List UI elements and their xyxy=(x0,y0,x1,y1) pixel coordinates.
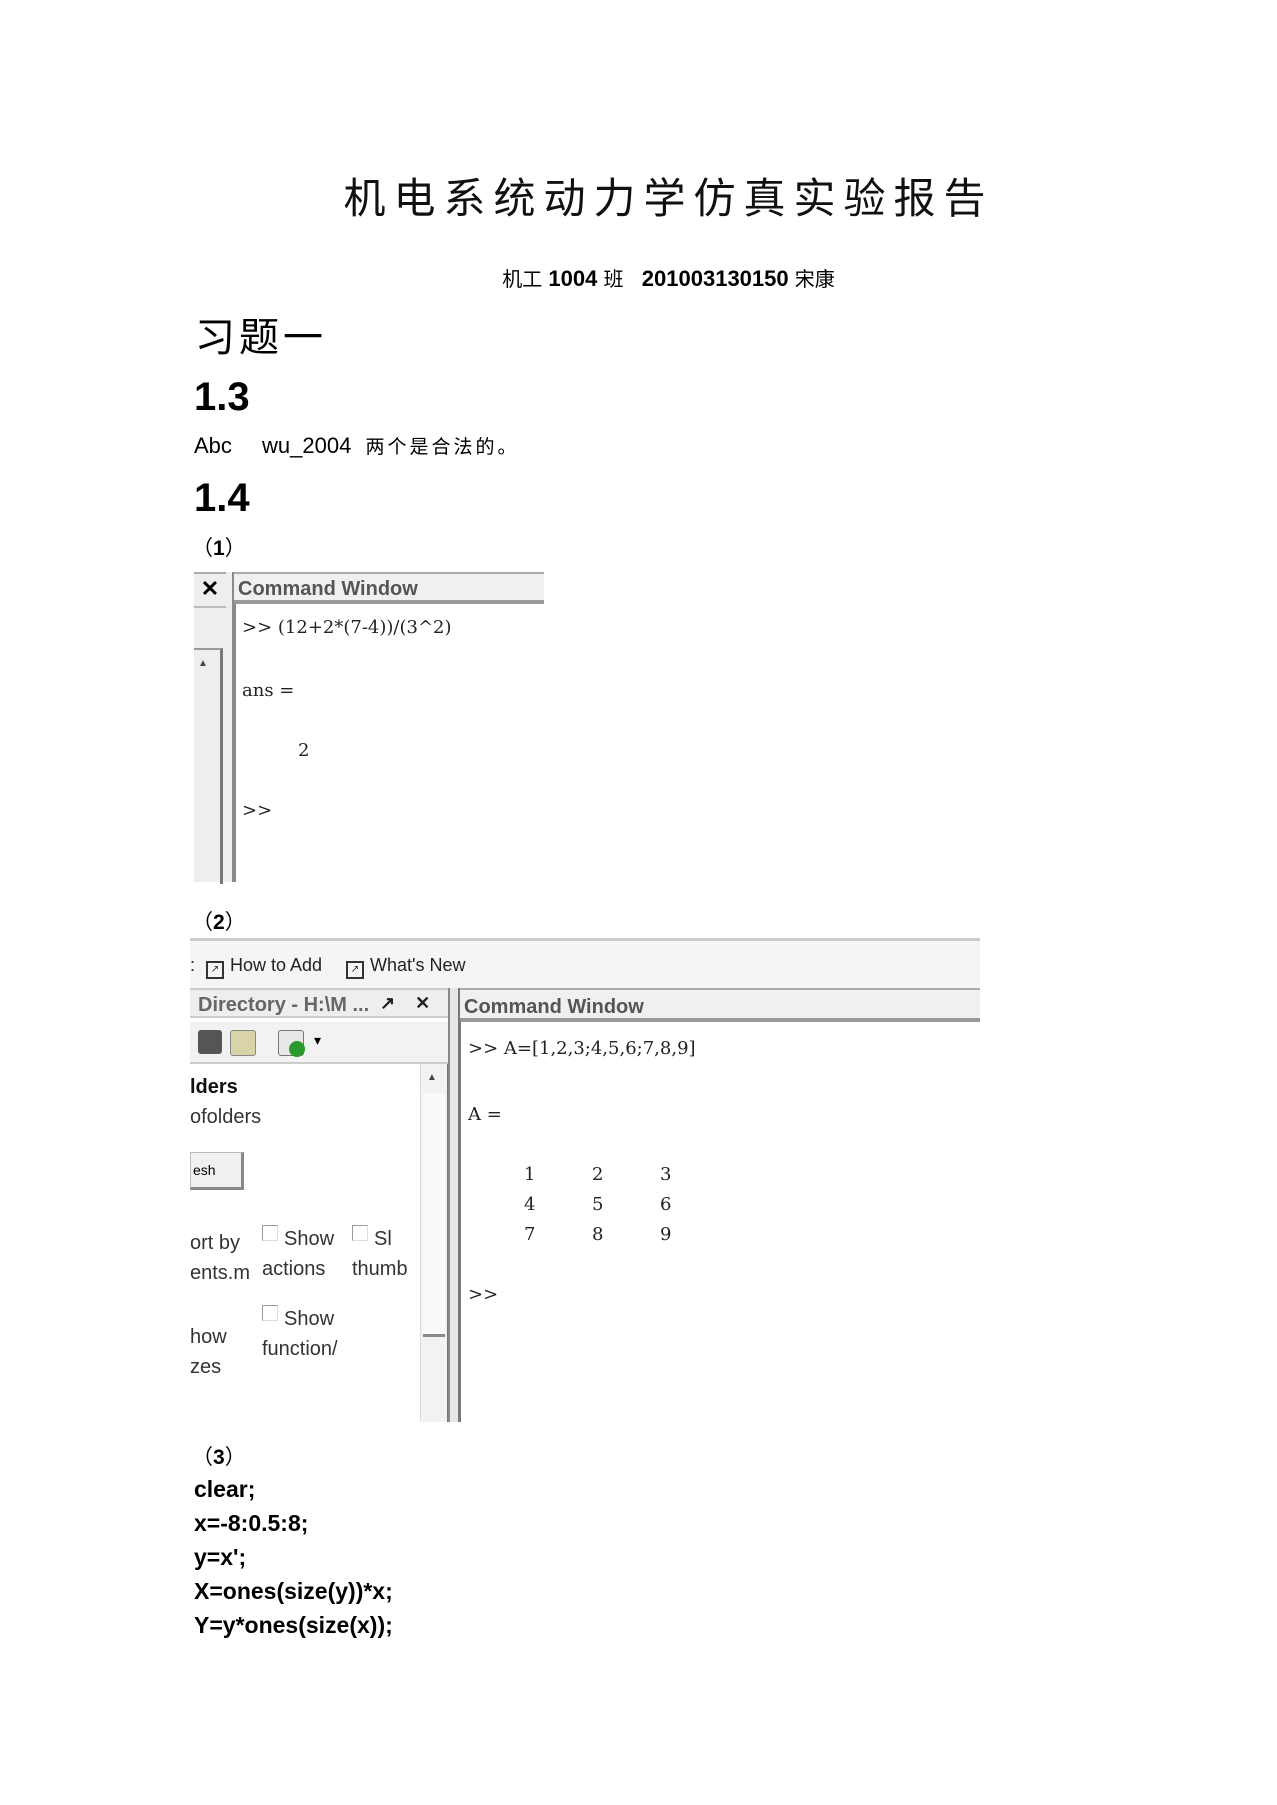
section-heading-1-4: 1.4 xyxy=(194,476,250,520)
shortcuts-toolbar: : ↗ How to Add ↗ What's New xyxy=(190,938,980,990)
identifier-wu2004: wu_2004 xyxy=(262,433,352,458)
folders-heading: lders xyxy=(190,1076,238,1098)
matrix-cell: 7 xyxy=(524,1224,536,1245)
student-name: 宋康 xyxy=(794,267,835,291)
student-id: 201003130150 xyxy=(641,266,789,291)
shortcut-icon: ↗ xyxy=(206,961,224,979)
paren-open: （ xyxy=(192,911,213,934)
panel-splitter[interactable] xyxy=(448,988,461,1422)
option-line: how xyxy=(190,1326,227,1348)
checkbox[interactable] xyxy=(262,1305,278,1321)
how-to-add-link[interactable]: ↗ How to Add xyxy=(206,955,322,979)
shortcut-icon: ↗ xyxy=(346,961,364,979)
matrix-cell: 6 xyxy=(660,1194,672,1215)
matrix-cell: 1 xyxy=(524,1164,536,1185)
option-show-sizes[interactable]: how zes xyxy=(190,1322,227,1382)
prompt[interactable]: >> xyxy=(468,1284,498,1305)
matrix-cell: 3 xyxy=(660,1164,672,1185)
checkbox[interactable] xyxy=(352,1225,368,1241)
option-line: ort by xyxy=(190,1232,241,1254)
truncated-item: : xyxy=(190,955,196,975)
section-heading-1-3: 1.3 xyxy=(194,375,250,419)
code-line: Y=y*ones(size(x)); xyxy=(194,1612,393,1638)
check-badge-icon xyxy=(289,1041,305,1057)
close-icon[interactable]: ✕ xyxy=(194,572,226,608)
class-suffix: 班 xyxy=(603,267,624,291)
refresh-button[interactable]: esh xyxy=(190,1152,244,1190)
part-number: 1 xyxy=(213,537,225,560)
option-show-thumbnails[interactable]: Sl thumb xyxy=(352,1224,408,1284)
result-label: ans = xyxy=(242,680,295,701)
command-line: >> (12+2*(7-4))/(3^2) xyxy=(242,617,452,638)
option-line: thumb xyxy=(352,1258,408,1280)
option-sort-by[interactable]: ort by ents.m xyxy=(190,1228,250,1288)
option-line: actions xyxy=(262,1258,326,1280)
directory-toolbar: ▾ xyxy=(190,1022,448,1064)
option-line: ents.m xyxy=(190,1262,251,1284)
result-label: A = xyxy=(468,1104,502,1125)
answer-1-3: Abc wu_2004 两个是合法的。 xyxy=(194,432,520,459)
matrix-cell: 4 xyxy=(524,1194,536,1215)
chapter-heading: 习题一 xyxy=(195,315,327,361)
directory-content: lders ofolders esh ort by ents.m Show ac… xyxy=(190,1064,448,1422)
view-folder-icon[interactable] xyxy=(230,1030,256,1056)
code-line: y=x'; xyxy=(194,1544,247,1570)
result-value: 2 xyxy=(298,740,310,761)
left-pane: ✕ ▲ xyxy=(194,572,236,884)
link-label: What's New xyxy=(370,955,466,975)
subfolders-text: ofolders xyxy=(190,1106,262,1128)
paren-close: ） xyxy=(224,537,246,560)
undock-icon[interactable]: ↗ xyxy=(380,993,395,1013)
author-line: 机工 1004 班 201003130150 宋康 xyxy=(30,263,1277,292)
panel-controls: ↗ ✕ xyxy=(380,988,430,1018)
code-line: x=-8:0.5:8; xyxy=(194,1510,309,1536)
matlab-screenshot-1: ✕ ▲ Command Window >> (12+2*(7-4))/(3^2)… xyxy=(194,572,544,884)
class-prefix: 机工 xyxy=(502,267,543,291)
option-show-function[interactable]: Show function/ xyxy=(262,1304,338,1364)
paren-open: （ xyxy=(192,537,213,560)
scroll-up-icon[interactable]: ▲ xyxy=(427,1072,437,1083)
scroll-up-icon[interactable]: ▲ xyxy=(198,658,208,669)
link-label: How to Add xyxy=(230,955,323,975)
matrix-cell: 2 xyxy=(592,1164,604,1185)
command-window-title: Command Window xyxy=(234,572,544,604)
document-title: 机电系统动力学仿真实验报告 xyxy=(343,174,994,223)
report-icon[interactable] xyxy=(278,1030,305,1057)
command-line: >> A=[1,2,3;4,5,6;7,8,9] xyxy=(468,1038,696,1059)
checkbox[interactable] xyxy=(262,1225,278,1241)
matrix-cell: 9 xyxy=(660,1224,672,1245)
close-icon[interactable]: ✕ xyxy=(415,993,430,1013)
paren-close: ） xyxy=(224,1446,246,1469)
scroll-thumb[interactable] xyxy=(423,1094,445,1337)
prompt[interactable]: >> xyxy=(242,800,272,821)
scrollbar[interactable]: ▲ xyxy=(194,648,223,884)
code-block: clear; x=-8:0.5:8; y=x'; X=ones(size(y))… xyxy=(194,1472,393,1642)
option-line: Sl xyxy=(374,1228,392,1250)
part-label-2: （2） xyxy=(192,906,246,936)
matrix-cell: 8 xyxy=(592,1224,604,1245)
find-files-icon[interactable] xyxy=(198,1030,222,1054)
whats-new-link[interactable]: ↗ What's New xyxy=(346,955,465,979)
option-line: Show xyxy=(284,1308,335,1330)
matlab-screenshot-2: : ↗ How to Add ↗ What's New Directory - H:… xyxy=(190,938,980,1422)
option-line: function/ xyxy=(262,1338,338,1360)
code-line: clear; xyxy=(194,1476,256,1502)
code-line: X=ones(size(y))*x; xyxy=(194,1578,393,1604)
part-label-3: （3） xyxy=(192,1441,246,1471)
part-label-1: （1） xyxy=(192,532,246,562)
class-number: 1004 xyxy=(548,266,598,291)
command-window-title: Command Window xyxy=(460,988,980,1022)
directory-scrollbar[interactable]: ▲ xyxy=(420,1064,450,1422)
part-number: 3 xyxy=(213,1446,225,1469)
matrix-cell: 5 xyxy=(592,1194,604,1215)
paren-open: （ xyxy=(192,1446,213,1469)
option-line: zes xyxy=(190,1356,222,1378)
paren-close: ） xyxy=(224,911,246,934)
answer-text: 两个是合法的。 xyxy=(365,436,520,458)
option-show-actions[interactable]: Show actions xyxy=(262,1224,334,1284)
dropdown-icon[interactable]: ▾ xyxy=(314,1032,321,1049)
option-line: Show xyxy=(284,1228,335,1250)
part-number: 2 xyxy=(213,911,225,934)
identifier-abc: Abc xyxy=(194,433,232,458)
